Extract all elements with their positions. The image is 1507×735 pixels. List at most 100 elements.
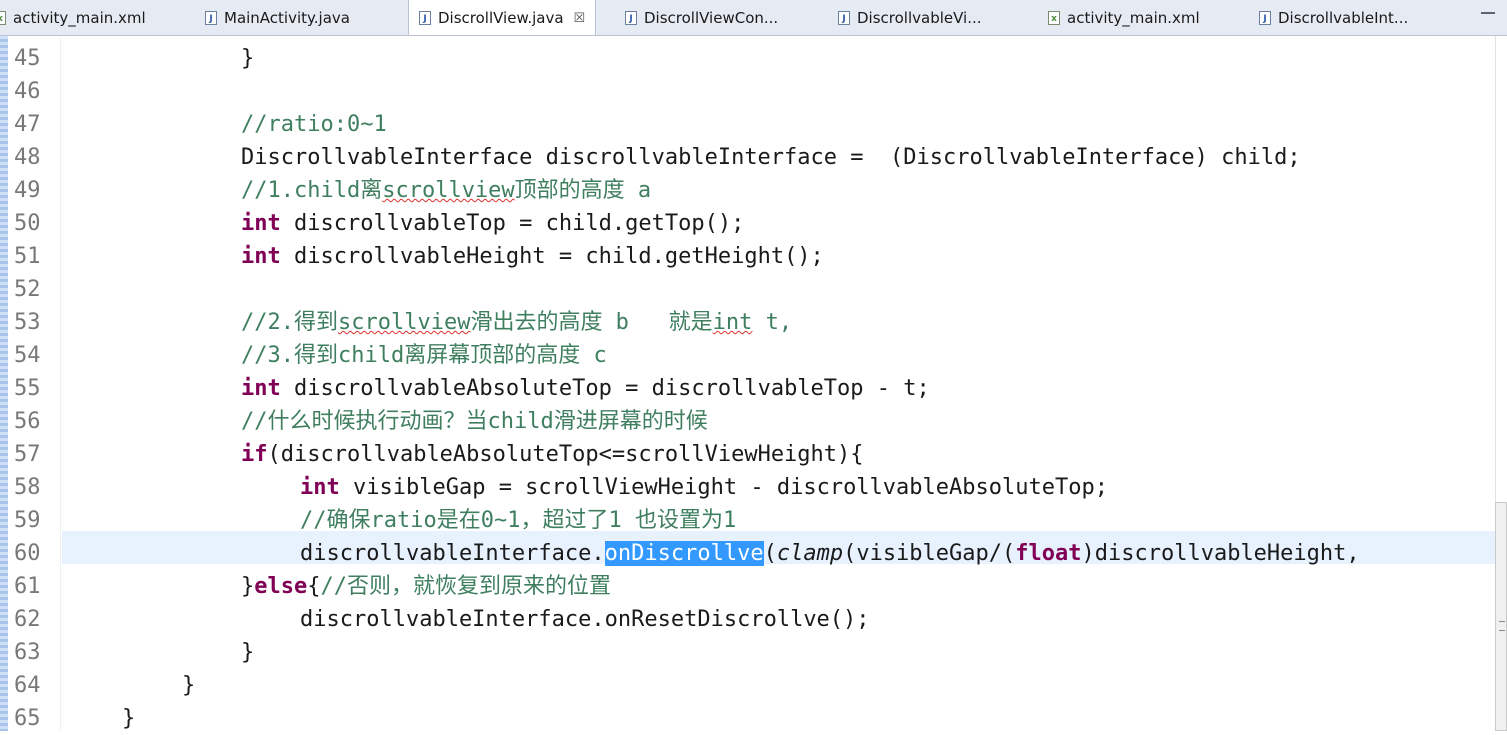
selected-text[interactable]: onDiscrollve [604, 541, 764, 566]
line-number: 61 [14, 574, 41, 599]
comment-text: //否则，就恢复到原来的位置 [320, 574, 611, 599]
gutter-separator [60, 36, 61, 731]
comment-text: 顶部的高度 a [514, 178, 652, 203]
comment-text: //什么时候执行动画？当child滑进屏幕的时候 [241, 409, 708, 434]
tab-mainactivity-java[interactable]: J MainActivity.java [205, 0, 350, 35]
code-line-62[interactable]: discrollvableInterface.onResetDiscrollve… [300, 603, 870, 636]
tab-label: DiscrollvableInt... [1278, 8, 1409, 27]
code-text: (discrollvableAbsoluteTop<=scrollViewHei… [267, 442, 864, 467]
comment-text: //3.得到child离屏幕顶部的高度 c [241, 343, 607, 368]
code-text: (visibleGap/( [843, 541, 1016, 566]
line-number: 60 [14, 541, 41, 566]
code-line-56[interactable]: //什么时候执行动画？当child滑进屏幕的时候 [241, 405, 708, 438]
line-number: 49 [14, 178, 41, 203]
line-number: 54 [14, 343, 41, 368]
line-number: 51 [14, 244, 41, 269]
static-method-text: clamp [776, 541, 844, 566]
code-text: discrollvableInterface.onResetDiscrollve… [300, 607, 870, 632]
code-line-55[interactable]: int discrollvableAbsoluteTop = discrollv… [241, 372, 930, 405]
tab-discrollvableint[interactable]: J DiscrollvableInt... [1259, 0, 1408, 35]
spelling-warning-text: int [712, 310, 753, 335]
code-line-58[interactable]: int visibleGap = scrollViewHeight - disc… [300, 471, 1108, 504]
java-file-icon: J [419, 11, 431, 25]
keyword: int [241, 211, 281, 236]
code-line-64[interactable]: } [182, 669, 195, 702]
editor-tab-bar: x activity_main.xml J MainActivity.java … [0, 0, 1507, 36]
code-line-63[interactable]: } [241, 636, 254, 669]
line-number: 50 [14, 211, 41, 236]
code-line-45[interactable]: } [241, 42, 254, 75]
xml-file-icon: x [0, 10, 6, 25]
minimize-icon[interactable] [1481, 4, 1495, 14]
comment-text: //1.child离 [241, 178, 383, 203]
keyword: int [241, 376, 281, 401]
line-number: 52 [14, 277, 41, 302]
tab-label: activity_main.xml [1067, 8, 1200, 27]
keyword: else [254, 574, 308, 599]
code-text: )discrollvableHeight, [1081, 541, 1360, 566]
code-line-57[interactable]: if(discrollvableAbsoluteTop<=scrollViewH… [241, 438, 864, 471]
tab-discrollview-java[interactable]: J DiscrollView.java ☒ [408, 0, 597, 35]
keyword: int [241, 244, 281, 269]
line-number: 56 [14, 409, 41, 434]
vertical-scrollbar[interactable] [1495, 36, 1507, 731]
xml-file-icon: x [1048, 10, 1060, 25]
line-number: 48 [14, 145, 41, 170]
code-text: discrollvableAbsoluteTop = discrollvable… [280, 376, 930, 401]
code-text: } [241, 640, 255, 665]
tab-discrollvablevi[interactable]: J DiscrollvableVi... [838, 0, 982, 35]
tab-label: MainActivity.java [224, 8, 350, 27]
tab-activity-main-xml-1[interactable]: x activity_main.xml [0, 0, 146, 35]
tab-label: DiscrollViewCon... [644, 8, 779, 27]
line-number: 59 [14, 508, 41, 533]
comment-text: 滑出去的高度 b 就是 [470, 310, 713, 335]
code-text: } [182, 673, 196, 698]
spelling-warning-text: scrollview [382, 178, 515, 203]
code-text: discrollvableTop = child.getTop(); [280, 211, 745, 236]
code-line-50[interactable]: int discrollvableTop = child.getTop(); [241, 207, 744, 240]
code-line-48[interactable]: DiscrollvableInterface discrollvableInte… [241, 141, 1301, 174]
spelling-warning-text: scrollview [337, 310, 471, 335]
line-number: 58 [14, 475, 41, 500]
code-text: discrollvableInterface. [300, 541, 605, 566]
code-line-47[interactable]: //ratio:0~1 [241, 108, 387, 141]
keyword: if [241, 442, 268, 467]
line-number: 55 [14, 376, 41, 401]
comment-text: //ratio:0~1 [241, 112, 387, 137]
code-text: } [122, 706, 136, 731]
line-number: 46 [14, 79, 41, 104]
line-number: 47 [14, 112, 41, 137]
line-number: 64 [14, 673, 41, 698]
tab-activity-main-xml-2[interactable]: x activity_main.xml [1048, 0, 1200, 35]
tab-discrollviewcon[interactable]: J DiscrollViewCon... [625, 0, 778, 35]
scrollbar-grip-icon [1499, 621, 1505, 631]
tab-label: DiscrollView.java [438, 9, 564, 27]
code-text: DiscrollvableInterface discrollvableInte… [241, 145, 1301, 170]
tab-label: DiscrollvableVi... [857, 8, 982, 27]
close-tab-icon[interactable]: ☒ [574, 11, 586, 26]
scrollbar-thumb[interactable] [1495, 502, 1507, 731]
code-line-60[interactable]: discrollvableInterface.onDiscrollve(clam… [300, 537, 1360, 570]
line-number: 62 [14, 607, 41, 632]
code-editor[interactable]: 45 46 47 48 49 50 51 52 53 54 55 56 57 58 59 60 61 62 63 64… [0, 36, 1507, 731]
line-number: 65 [14, 706, 41, 731]
code-line-53[interactable]: //2.得到scrollview滑出去的高度 b 就是int t, [241, 306, 792, 339]
java-file-icon: J [1259, 10, 1271, 25]
keyword: float [1015, 541, 1082, 566]
code-line-51[interactable]: int discrollvableHeight = child.getHeigh… [241, 240, 824, 273]
line-number: 45 [14, 46, 41, 71]
keyword: int [300, 475, 340, 500]
code-line-61[interactable]: }else{//否则，就恢复到原来的位置 [241, 570, 611, 603]
line-number: 57 [14, 442, 41, 467]
code-line-54[interactable]: //3.得到child离屏幕顶部的高度 c [241, 339, 607, 372]
code-text: ( [763, 541, 777, 566]
comment-text: t, [752, 310, 793, 335]
java-file-icon: J [838, 10, 850, 25]
line-number: 53 [14, 310, 41, 335]
code-line-65[interactable]: } [122, 702, 135, 735]
java-file-icon: J [625, 10, 637, 25]
comment-text: //2.得到 [241, 310, 338, 335]
code-line-49[interactable]: //1.child离scrollview顶部的高度 a [241, 174, 651, 207]
code-line-59[interactable]: //确保ratio是在0~1，超过了1 也设置为1 [300, 504, 736, 537]
code-text: visibleGap = scrollViewHeight - discroll… [339, 475, 1108, 500]
